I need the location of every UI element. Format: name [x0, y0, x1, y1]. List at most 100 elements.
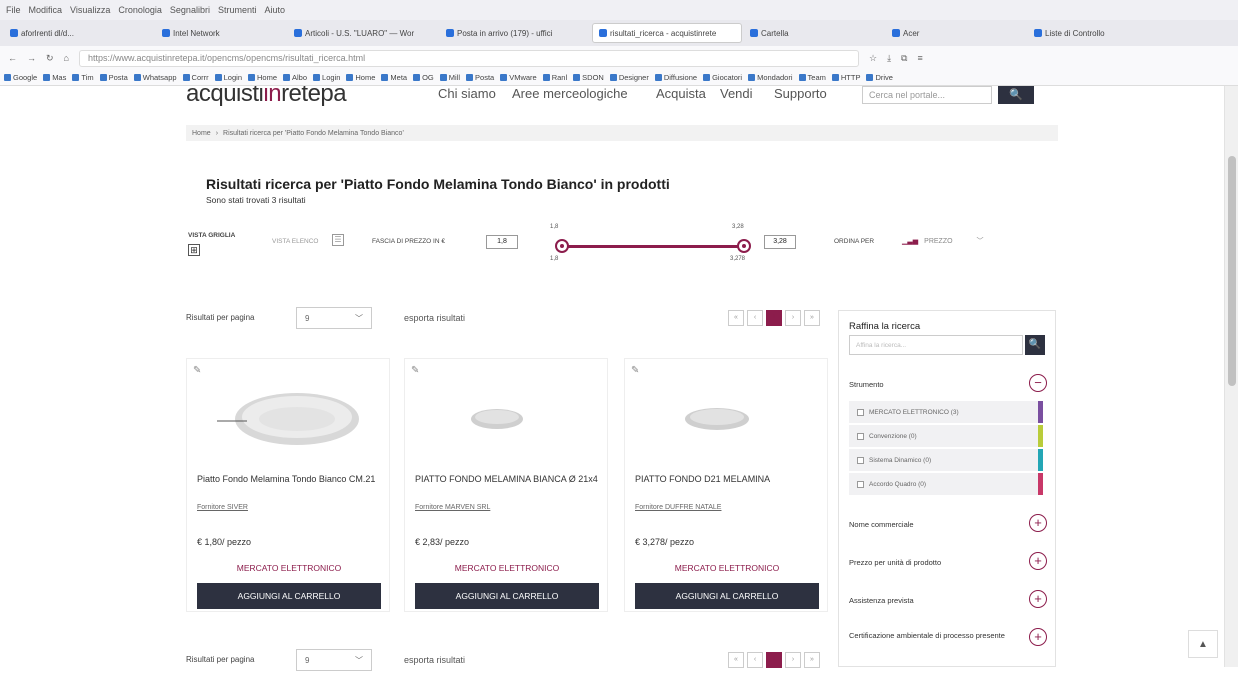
product-title[interactable]: PIATTO FONDO MELAMINA BIANCA Ø 21x4 — [415, 473, 601, 485]
sort-select[interactable]: ▁▃▅ PREZZO ﹀ — [902, 233, 1022, 249]
bookmark-item[interactable]: Posta — [466, 73, 494, 82]
pager-last[interactable]: » — [804, 652, 820, 668]
bookmark-item[interactable]: Home — [248, 73, 277, 82]
collapse-icon[interactable]: − — [1029, 374, 1047, 392]
export-results-link[interactable]: esporta risultati — [404, 313, 465, 323]
expand-icon[interactable]: + — [1029, 628, 1047, 646]
breadcrumb-home[interactable]: Home — [192, 130, 211, 137]
scrollbar-thumb[interactable] — [1228, 156, 1236, 386]
product-supplier[interactable]: Fornitore MARVEN SRL — [415, 504, 490, 511]
edit-icon[interactable]: ✎ — [193, 365, 201, 376]
back-icon[interactable]: ← — [8, 53, 17, 63]
export-results-link[interactable]: esporta risultati — [404, 655, 465, 665]
pager-current[interactable]: 1 — [766, 310, 782, 326]
pager-last[interactable]: » — [804, 310, 820, 326]
list-view-icon[interactable]: ☰ — [332, 234, 344, 246]
product-title[interactable]: PIATTO FONDO D21 MELAMINA — [635, 473, 821, 485]
product-supplier[interactable]: Fornitore DUFFRE NATALE — [635, 504, 721, 511]
per-page-select[interactable]: 9 ﹀ — [296, 307, 372, 329]
menu-edit[interactable]: Modifica — [29, 5, 63, 15]
facet-assistenza[interactable]: Assistenza prevista + — [849, 590, 1047, 612]
bookmark-item[interactable]: Whatsapp — [133, 73, 177, 82]
site-logo[interactable]: acquistiinretepa — [186, 86, 347, 108]
grid-view-icon[interactable]: ⊞ — [188, 244, 200, 256]
bookmark-item[interactable]: Login — [313, 73, 340, 82]
expand-icon[interactable]: + — [1029, 552, 1047, 570]
menu-history[interactable]: Cronologia — [118, 5, 162, 15]
browser-tab[interactable]: Cartella — [744, 23, 884, 43]
downloads-icon[interactable]: ⤓ — [887, 53, 891, 64]
bookmark-item[interactable]: OG — [413, 73, 434, 82]
reload-icon[interactable]: ↻ — [46, 53, 54, 64]
facet-option[interactable]: Accordo Quadro (0) — [849, 473, 1043, 495]
bookmark-item[interactable]: Giocatori — [703, 73, 742, 82]
bookmark-item[interactable]: VMware — [500, 73, 537, 82]
bookmark-item[interactable]: Meta — [381, 73, 407, 82]
product-supplier[interactable]: Fornitore SIVER — [197, 504, 248, 511]
bookmark-item[interactable]: Mill — [439, 73, 460, 82]
pager-next[interactable]: › — [785, 310, 801, 326]
bookmark-item[interactable]: SDON — [573, 73, 604, 82]
bookmark-item[interactable]: Login — [214, 73, 242, 82]
bookmark-item[interactable]: Google — [4, 73, 37, 82]
add-to-cart-button[interactable]: AGGIUNGI AL CARRELLO — [635, 583, 819, 609]
browser-tab[interactable]: Posta in arrivo (179) - uffici — [440, 23, 590, 43]
product-image[interactable] — [405, 379, 609, 459]
pager-current[interactable]: 1 — [766, 652, 782, 668]
edit-icon[interactable]: ✎ — [411, 365, 419, 376]
browser-tab[interactable]: Liste di Controllo — [1028, 23, 1158, 43]
bookmark-item[interactable]: Ranl — [542, 73, 567, 82]
product-title[interactable]: Piatto Fondo Melamina Tondo Bianco CM.21 — [197, 473, 383, 485]
price-min-input[interactable]: 1,8 — [486, 235, 518, 249]
checkbox[interactable] — [857, 480, 864, 488]
bookmark-item[interactable]: Posta — [99, 73, 128, 82]
bookmark-item[interactable]: Designer — [609, 73, 649, 82]
menu-help[interactable]: Aiuto — [264, 5, 285, 15]
facet-nome-commerciale[interactable]: Nome commerciale + — [849, 514, 1047, 536]
price-max-input[interactable]: 3,28 — [764, 235, 796, 249]
browser-tab-active[interactable]: risultati_ricerca - acquistinrete — [592, 23, 742, 43]
view-list-label[interactable]: VISTA ELENCO — [272, 238, 318, 245]
address-bar[interactable]: https://www.acquistinretepa.it/opencms/o… — [78, 49, 859, 67]
checkbox[interactable] — [857, 408, 864, 416]
back-to-top-button[interactable]: ▲ — [1188, 630, 1218, 658]
bookmark-item[interactable]: Mondadori — [748, 73, 793, 82]
pager-first[interactable]: « — [728, 310, 744, 326]
bookmark-item[interactable]: Diffusione — [654, 73, 697, 82]
price-slider-track[interactable] — [562, 245, 750, 248]
nav-acquista[interactable]: Acquista — [656, 86, 706, 101]
bookmark-item[interactable]: Tim — [72, 73, 94, 82]
nav-supporto[interactable]: Supporto — [774, 86, 827, 101]
bookmark-star-icon[interactable]: ☆ — [869, 53, 877, 64]
refine-search-button[interactable]: 🔍 — [1025, 335, 1045, 355]
site-search-button[interactable]: 🔍 — [998, 86, 1034, 104]
browser-tab[interactable]: Intel Network — [156, 23, 286, 43]
forward-icon[interactable]: → — [27, 53, 36, 63]
price-slider-max-handle[interactable] — [737, 239, 751, 253]
pager-first[interactable]: « — [728, 652, 744, 668]
add-to-cart-button[interactable]: AGGIUNGI AL CARRELLO — [197, 583, 381, 609]
bookmark-item[interactable]: Corrr — [182, 73, 209, 82]
nav-aree-merceologiche[interactable]: Aree merceologiche — [512, 86, 628, 101]
bookmark-item[interactable]: Drive — [866, 73, 893, 82]
bookmark-item[interactable]: Mas — [43, 73, 66, 82]
checkbox[interactable] — [857, 432, 864, 440]
menu-tools[interactable]: Strumenti — [218, 5, 257, 15]
product-image[interactable] — [625, 379, 829, 459]
menu-view[interactable]: Visualizza — [70, 5, 110, 15]
facet-option[interactable]: Sistema Dinamico (0) — [849, 449, 1043, 471]
per-page-select[interactable]: 9 ﹀ — [296, 649, 372, 671]
price-slider-min-handle[interactable] — [555, 239, 569, 253]
bookmark-item[interactable]: Team — [798, 73, 826, 82]
home-icon[interactable]: ⌂ — [64, 53, 69, 63]
menu-bookmarks[interactable]: Segnalibri — [170, 5, 210, 15]
menu-icon[interactable]: ≡ — [917, 53, 922, 63]
edit-icon[interactable]: ✎ — [631, 365, 639, 376]
bookmark-item[interactable]: Home — [346, 73, 375, 82]
pager-prev[interactable]: ‹ — [747, 652, 763, 668]
facet-option[interactable]: Convenzione (0) — [849, 425, 1043, 447]
browser-tab[interactable]: aforlrenti dl/d... — [4, 23, 154, 43]
pager-prev[interactable]: ‹ — [747, 310, 763, 326]
expand-icon[interactable]: + — [1029, 590, 1047, 608]
checkbox[interactable] — [857, 456, 864, 464]
